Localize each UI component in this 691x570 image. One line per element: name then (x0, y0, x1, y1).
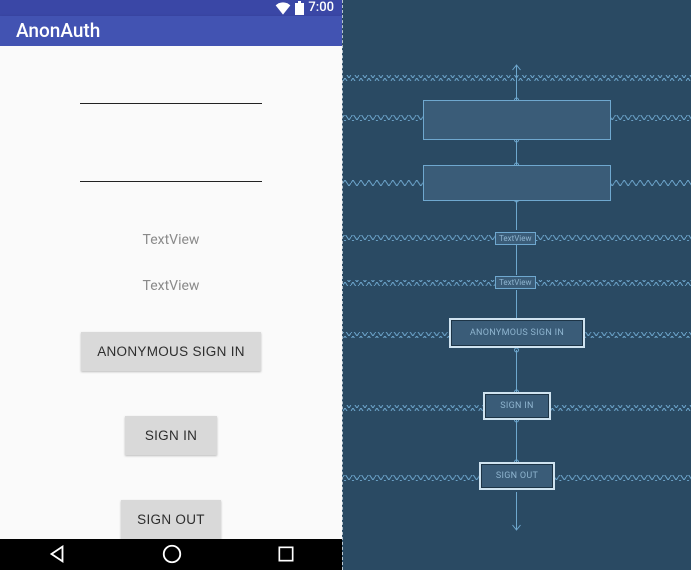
bp-input-1[interactable] (423, 100, 611, 140)
bp-signin-button[interactable]: SIGN IN (483, 392, 551, 420)
input-field-2[interactable] (80, 154, 262, 182)
battery-icon (295, 1, 304, 15)
blueprint-panel: TextView TextView ANONYMOUS SIGN IN SIGN… (342, 0, 691, 570)
textview-2: TextView (143, 278, 200, 294)
bp-textview-2[interactable]: TextView (495, 276, 536, 289)
app-title: AnonAuth (16, 19, 100, 42)
bp-input-2[interactable] (423, 165, 611, 201)
status-bar: 7:00 (0, 0, 342, 16)
back-icon[interactable] (46, 543, 68, 565)
signin-button[interactable]: SIGN IN (125, 416, 217, 455)
anonymous-signin-button[interactable]: ANONYMOUS SIGN IN (81, 332, 261, 371)
bp-anon-signin-button[interactable]: ANONYMOUS SIGN IN (449, 318, 585, 348)
recents-icon[interactable] (276, 544, 296, 564)
home-icon[interactable] (161, 543, 183, 565)
signout-button[interactable]: SIGN OUT (121, 500, 221, 539)
phone-preview: 7:00 AnonAuth TextView TextView ANONYMOU… (0, 0, 342, 570)
wifi-icon (275, 1, 291, 15)
content-area: TextView TextView ANONYMOUS SIGN IN SIGN… (0, 46, 342, 539)
bp-signout-button[interactable]: SIGN OUT (479, 462, 555, 490)
android-nav-bar (0, 539, 342, 570)
status-time: 7:00 (308, 0, 334, 15)
bp-textview-1[interactable]: TextView (495, 232, 536, 245)
input-field-1[interactable] (80, 76, 262, 104)
textview-1: TextView (143, 232, 200, 248)
app-bar: AnonAuth (0, 16, 342, 46)
